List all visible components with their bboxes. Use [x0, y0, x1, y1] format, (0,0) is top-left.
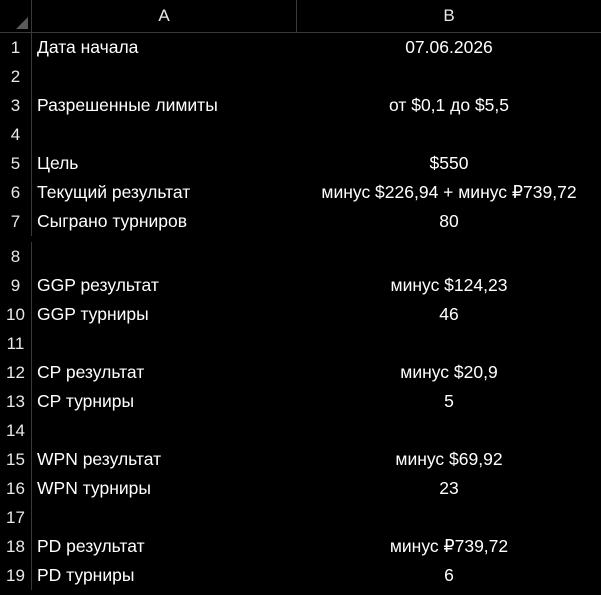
- table-row: 14: [0, 416, 601, 445]
- row-header[interactable]: 5: [0, 149, 32, 178]
- cell-a9[interactable]: GGP результат: [32, 271, 297, 300]
- row-header[interactable]: 11: [0, 329, 32, 358]
- row-header[interactable]: 3: [0, 91, 32, 120]
- cell-a18[interactable]: PD результат: [32, 532, 297, 561]
- row-header[interactable]: 1: [0, 33, 32, 62]
- cell-a16[interactable]: WPN турниры: [32, 474, 297, 503]
- cell-a19[interactable]: PD турниры: [32, 561, 297, 590]
- cell-b7[interactable]: 80: [297, 207, 601, 236]
- table-row: 19 PD турниры 6: [0, 561, 601, 590]
- table-row: 3 Разрешенные лимиты от $0,1 до $5,5: [0, 91, 601, 120]
- table-row: 16 WPN турниры 23: [0, 474, 601, 503]
- cell-b6[interactable]: минус $226,94 + минус ₽739,72: [297, 178, 601, 207]
- row-header[interactable]: 15: [0, 445, 32, 474]
- cell-a3[interactable]: Разрешенные лимиты: [32, 91, 297, 120]
- row-header[interactable]: 12: [0, 358, 32, 387]
- cell-a11[interactable]: [32, 329, 297, 358]
- cell-a6[interactable]: Текущий результат: [32, 178, 297, 207]
- cell-a1[interactable]: Дата начала: [32, 33, 297, 62]
- cell-a8[interactable]: [32, 242, 297, 271]
- cell-a10[interactable]: GGP турниры: [32, 300, 297, 329]
- cell-b15[interactable]: минус $69,92: [297, 445, 601, 474]
- cell-b13[interactable]: 5: [297, 387, 601, 416]
- cell-b12[interactable]: минус $20,9: [297, 358, 601, 387]
- table-row: 4: [0, 120, 601, 149]
- cell-a17[interactable]: [32, 503, 297, 532]
- row-header[interactable]: 9: [0, 271, 32, 300]
- table-row: 8: [0, 242, 601, 271]
- cell-a12[interactable]: CP результат: [32, 358, 297, 387]
- table-row: 18 PD результат минус ₽739,72: [0, 532, 601, 561]
- select-all-corner[interactable]: [0, 0, 32, 33]
- cell-b10[interactable]: 46: [297, 300, 601, 329]
- sheet-rows: 1 Дата начала 07.06.2026 2 3 Разрешенные…: [0, 33, 601, 590]
- cell-b14[interactable]: [297, 416, 601, 445]
- cell-b5[interactable]: $550: [297, 149, 601, 178]
- row-header[interactable]: 4: [0, 120, 32, 149]
- column-header-b[interactable]: B: [297, 0, 601, 33]
- table-row: 15 WPN результат минус $69,92: [0, 445, 601, 474]
- row-header[interactable]: 10: [0, 300, 32, 329]
- table-row: 1 Дата начала 07.06.2026: [0, 33, 601, 62]
- table-row: 10 GGP турниры 46: [0, 300, 601, 329]
- table-row: 9 GGP результат минус $124,23: [0, 271, 601, 300]
- row-header[interactable]: 13: [0, 387, 32, 416]
- row-header[interactable]: 16: [0, 474, 32, 503]
- cell-b3[interactable]: от $0,1 до $5,5: [297, 91, 601, 120]
- cell-b8[interactable]: [297, 242, 601, 271]
- row-header[interactable]: 19: [0, 561, 32, 590]
- column-header-a[interactable]: A: [32, 0, 297, 33]
- row-header[interactable]: 7: [0, 207, 32, 236]
- table-row: 5 Цель $550: [0, 149, 601, 178]
- table-row: 11: [0, 329, 601, 358]
- cell-b16[interactable]: 23: [297, 474, 601, 503]
- row-header[interactable]: 14: [0, 416, 32, 445]
- cell-a15[interactable]: WPN результат: [32, 445, 297, 474]
- table-row: 12 CP результат минус $20,9: [0, 358, 601, 387]
- table-row: 7 Сыграно турниров 80: [0, 207, 601, 236]
- cell-b4[interactable]: [297, 120, 601, 149]
- cell-a7[interactable]: Сыграно турниров: [32, 207, 297, 236]
- row-header[interactable]: 18: [0, 532, 32, 561]
- table-row: 13 CP турниры 5: [0, 387, 601, 416]
- row-header[interactable]: 8: [0, 242, 32, 271]
- cell-a5[interactable]: Цель: [32, 149, 297, 178]
- cell-b11[interactable]: [297, 329, 601, 358]
- cell-b19[interactable]: 6: [297, 561, 601, 590]
- cell-a14[interactable]: [32, 416, 297, 445]
- row-header[interactable]: 2: [0, 62, 32, 91]
- cell-b1[interactable]: 07.06.2026: [297, 33, 601, 62]
- cell-a13[interactable]: CP турниры: [32, 387, 297, 416]
- cell-b17[interactable]: [297, 503, 601, 532]
- table-row: 2: [0, 62, 601, 91]
- cell-a4[interactable]: [32, 120, 297, 149]
- cell-b18[interactable]: минус ₽739,72: [297, 532, 601, 561]
- table-row: 6 Текущий результат минус $226,94 + мину…: [0, 178, 601, 207]
- column-header-row: A B: [0, 0, 601, 33]
- select-all-triangle-icon: [16, 17, 28, 29]
- spreadsheet: A B 1 Дата начала 07.06.2026 2 3 Разреше…: [0, 0, 601, 595]
- row-header[interactable]: 17: [0, 503, 32, 532]
- table-row: 17: [0, 503, 601, 532]
- cell-b2[interactable]: [297, 62, 601, 91]
- cell-a2[interactable]: [32, 62, 297, 91]
- cell-b9[interactable]: минус $124,23: [297, 271, 601, 300]
- row-header[interactable]: 6: [0, 178, 32, 207]
